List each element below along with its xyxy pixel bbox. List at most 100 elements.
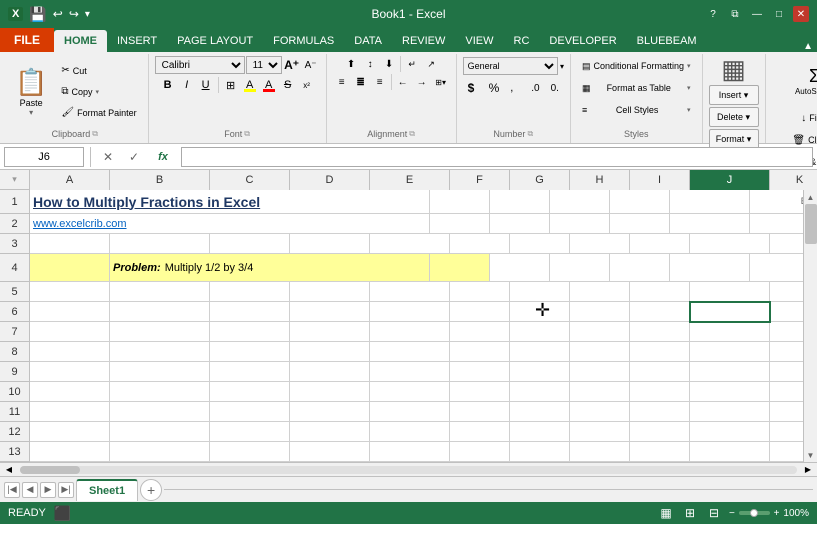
cell-j1[interactable] (670, 190, 750, 214)
decrease-decimal-btn[interactable]: 0. (546, 78, 564, 98)
increase-font-btn[interactable]: A⁺ (283, 56, 301, 74)
cell-k9[interactable] (770, 362, 803, 382)
cell-k2[interactable] (750, 214, 803, 234)
cell-h2[interactable] (550, 214, 610, 234)
cell-h11[interactable] (570, 402, 630, 422)
cell-i11[interactable] (630, 402, 690, 422)
sheet-nav-first[interactable]: |◀ (4, 482, 20, 498)
cell-g4[interactable] (490, 254, 550, 282)
col-header-i[interactable]: I (630, 170, 690, 190)
cell-f2[interactable] (430, 214, 490, 234)
cell-g10[interactable] (510, 382, 570, 402)
cell-h9[interactable] (570, 362, 630, 382)
tab-insert[interactable]: INSERT (107, 30, 167, 52)
col-header-f[interactable]: F (450, 170, 510, 190)
decrease-font-btn[interactable]: A⁻ (302, 56, 320, 74)
undo-quick-btn[interactable]: ↩ (53, 7, 63, 21)
comma-btn[interactable]: , (505, 78, 525, 98)
cell-c7[interactable] (210, 322, 290, 342)
col-header-h[interactable]: H (570, 170, 630, 190)
cell-j11[interactable] (690, 402, 770, 422)
cell-j12[interactable] (690, 422, 770, 442)
percent-btn[interactable]: % (484, 78, 505, 98)
cell-j13[interactable] (690, 442, 770, 462)
cell-c6[interactable] (210, 302, 290, 322)
row-num-9[interactable]: 9 (0, 362, 29, 382)
format-painter-button[interactable]: 🖌 Format Painter (56, 103, 141, 123)
cell-e3[interactable] (370, 234, 450, 254)
cell-k5[interactable] (770, 282, 803, 302)
cell-a3[interactable] (30, 234, 110, 254)
cell-a5[interactable] (30, 282, 110, 302)
add-sheet-btn[interactable]: + (140, 479, 162, 501)
cell-c11[interactable] (210, 402, 290, 422)
confirm-formula-btn[interactable]: ✓ (123, 147, 145, 167)
maximize-btn[interactable]: □ (771, 6, 787, 22)
font-expand-icon[interactable]: ⧉ (244, 129, 250, 139)
tab-data[interactable]: DATA (344, 30, 392, 52)
cell-a1[interactable]: How to Multiply Fractions in Excel (30, 190, 430, 214)
cell-a9[interactable] (30, 362, 110, 382)
sheet-nav-last[interactable]: ▶| (58, 482, 74, 498)
cell-f13[interactable] (450, 442, 510, 462)
cell-i4[interactable] (610, 254, 670, 282)
cell-k11[interactable] (770, 402, 803, 422)
cell-g8[interactable] (510, 342, 570, 362)
cell-i5[interactable] (630, 282, 690, 302)
zoom-out-btn[interactable]: − (729, 508, 735, 519)
cell-d11[interactable] (290, 402, 370, 422)
zoom-slider-track[interactable] (739, 511, 770, 515)
scroll-track[interactable] (804, 204, 817, 448)
cell-c13[interactable] (210, 442, 290, 462)
cell-b9[interactable] (110, 362, 210, 382)
cell-g13[interactable] (510, 442, 570, 462)
cell-e13[interactable] (370, 442, 450, 462)
cell-k4[interactable] (750, 254, 803, 282)
col-header-e[interactable]: E (370, 170, 450, 190)
cell-k10[interactable] (770, 382, 803, 402)
vertical-scrollbar[interactable]: ▲ ▼ (803, 190, 817, 462)
collapse-ribbon-btn[interactable]: ▲ (803, 41, 813, 52)
select-all-btn[interactable]: ▾ (12, 174, 17, 185)
cell-k12[interactable] (770, 422, 803, 442)
borders-button[interactable]: ⊞ (222, 76, 240, 94)
cell-i8[interactable] (630, 342, 690, 362)
customize-quick-btn[interactable]: ▾ (85, 9, 90, 20)
cell-e6[interactable] (370, 302, 450, 322)
cell-k3[interactable] (770, 234, 803, 254)
cell-j4[interactable] (670, 254, 750, 282)
cell-b3[interactable] (110, 234, 210, 254)
cell-f6[interactable] (450, 302, 510, 322)
cell-e9[interactable] (370, 362, 450, 382)
align-center-btn[interactable]: ≣ (352, 74, 370, 90)
h-scroll-thumb[interactable] (20, 466, 80, 474)
row-num-4[interactable]: 4 (0, 254, 29, 282)
cell-g5[interactable] (510, 282, 570, 302)
cell-a7[interactable] (30, 322, 110, 342)
macro-record-icon[interactable]: ⬛ (54, 505, 71, 522)
page-break-view-btn[interactable]: ⊟ (705, 504, 723, 522)
cell-b8[interactable] (110, 342, 210, 362)
paste-button[interactable]: 📋 Paste ▾ (8, 63, 54, 121)
cell-f4[interactable] (430, 254, 490, 282)
currency-btn[interactable]: $ (463, 78, 483, 98)
fill-color-button[interactable]: A (241, 76, 259, 94)
cell-d7[interactable] (290, 322, 370, 342)
horizontal-scrollbar[interactable]: ◀ ▶ (0, 462, 817, 476)
redo-quick-btn[interactable]: ↪ (69, 7, 79, 21)
cell-a2[interactable]: www.excelcrib.com (30, 214, 430, 234)
wrap-text-btn[interactable]: ↵ (403, 56, 421, 72)
cell-g11[interactable] (510, 402, 570, 422)
tab-view[interactable]: VIEW (455, 30, 503, 52)
tab-rc[interactable]: RC (504, 30, 540, 52)
cell-f12[interactable] (450, 422, 510, 442)
formula-input[interactable] (181, 147, 813, 167)
cell-i1[interactable] (610, 190, 670, 214)
copy-button[interactable]: ⧉ Copy ▾ (56, 82, 141, 102)
close-btn[interactable]: ✕ (793, 6, 809, 22)
cell-i9[interactable] (630, 362, 690, 382)
cell-h8[interactable] (570, 342, 630, 362)
cell-d3[interactable] (290, 234, 370, 254)
format-as-table-btn[interactable]: ▦ Format as Table ▾ (577, 78, 696, 98)
col-header-d[interactable]: D (290, 170, 370, 190)
